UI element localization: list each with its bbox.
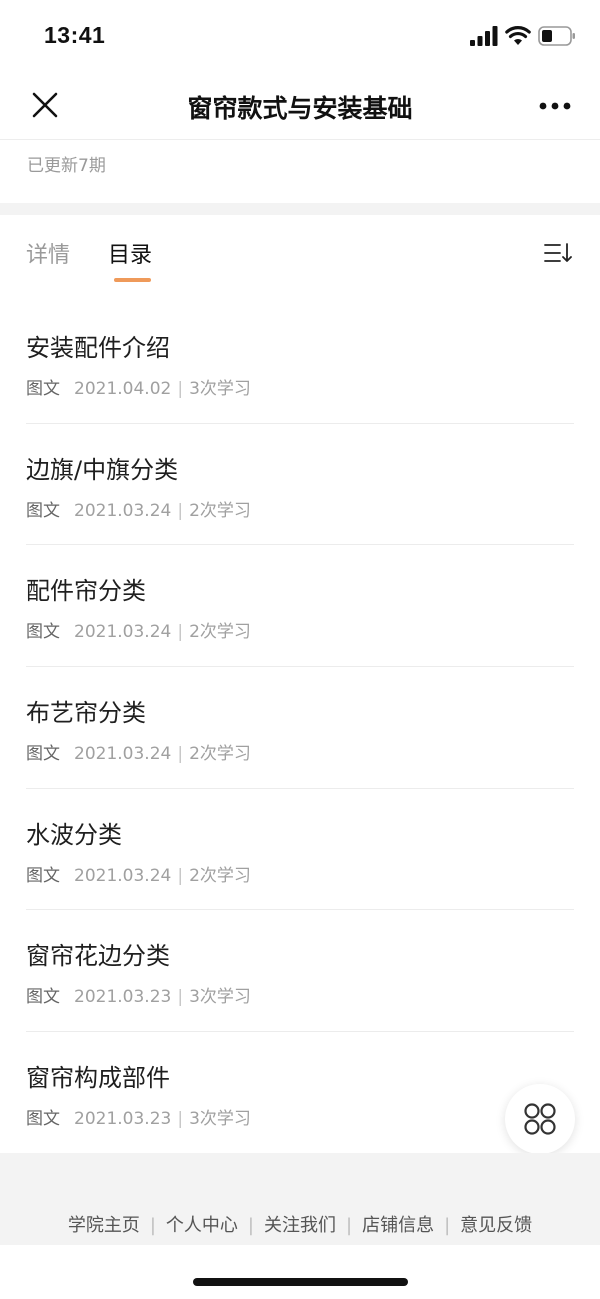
footer-link-profile[interactable]: 个人中心 <box>156 1215 248 1236</box>
battery-icon <box>538 26 575 46</box>
wifi-icon <box>505 26 531 45</box>
list-item[interactable]: 配件帘分类 图文 2021.03.24 | 2次学习 <box>26 545 574 668</box>
home-indicator-area <box>0 1245 600 1299</box>
section-divider <box>0 203 600 215</box>
list-item[interactable]: 安装配件介绍 图文 2021.04.02 | 3次学习 <box>26 302 574 424</box>
footer-link-home[interactable]: 学院主页 <box>58 1215 150 1236</box>
item-title: 边旗/中旗分类 <box>26 455 179 484</box>
item-type: 图文 <box>26 865 60 886</box>
tab-bar: 详情 目录 <box>0 215 600 285</box>
status-bar: 13:41 <box>0 0 600 72</box>
item-type: 图文 <box>26 1109 60 1130</box>
item-type: 图文 <box>26 744 60 765</box>
list-item[interactable]: 布艺帘分类 图文 2021.03.24 | 2次学习 <box>26 667 574 789</box>
item-title: 布艺帘分类 <box>26 699 146 728</box>
active-tab-indicator <box>114 278 151 282</box>
item-meta: 图文 2021.04.02 | 3次学习 <box>26 374 251 399</box>
meta-separator: | <box>177 744 184 765</box>
meta-separator: | <box>177 865 184 886</box>
meta-separator: | <box>177 500 184 521</box>
item-title: 窗帘花边分类 <box>26 942 170 971</box>
item-meta: 图文 2021.03.23 | 3次学习 <box>26 1104 251 1129</box>
meta-separator: | <box>177 379 184 399</box>
item-title: 安装配件介绍 <box>26 334 170 362</box>
item-date: 2021.03.23 <box>74 987 172 1008</box>
meta-separator: | <box>177 622 184 643</box>
tab-catalog[interactable]: 目录 <box>108 237 152 269</box>
footer-separator: | <box>149 1215 156 1236</box>
list-item[interactable]: 边旗/中旗分类 图文 2021.03.24 | 2次学习 <box>26 424 574 546</box>
item-date: 2021.04.02 <box>74 379 172 399</box>
item-type: 图文 <box>26 622 60 643</box>
apps-icon <box>524 1103 556 1135</box>
item-views: 2次学习 <box>189 865 251 886</box>
footer-link-follow[interactable]: 关注我们 <box>254 1215 346 1236</box>
catalog-list: 安装配件介绍 图文 2021.04.02 | 3次学习 边旗/中旗分类 图文 2021.… <box>0 302 600 1154</box>
page: 13:41 窗帘款式与安装基础 已更新7期 详情 目录 安装配件介绍 图文 20… <box>0 0 600 1299</box>
item-title: 窗帘构成部件 <box>26 1064 170 1093</box>
item-views: 2次学习 <box>189 500 251 521</box>
status-time: 13:41 <box>44 22 106 48</box>
footer-link-feedback[interactable]: 意见反馈 <box>450 1215 542 1236</box>
update-count-text: 已更新7期 <box>27 156 106 176</box>
item-date: 2021.03.23 <box>74 1109 172 1130</box>
page-title: 窗帘款式与安装基础 <box>187 94 413 123</box>
item-views: 3次学习 <box>189 987 251 1008</box>
item-date: 2021.03.24 <box>74 622 172 643</box>
footer-links: 学院主页 | 个人中心 | 关注我们 | 店铺信息 | 意见反馈 <box>0 1211 600 1237</box>
signal-icon <box>470 26 498 46</box>
item-meta: 图文 2021.03.24 | 2次学习 <box>26 739 251 764</box>
item-views: 2次学习 <box>189 622 251 643</box>
sort-icon[interactable] <box>544 242 574 264</box>
list-item[interactable]: 窗帘花边分类 图文 2021.03.23 | 3次学习 <box>26 910 574 1033</box>
list-item[interactable]: 水波分类 图文 2021.03.24 | 2次学习 <box>26 789 574 911</box>
more-icon[interactable] <box>539 102 571 110</box>
item-date: 2021.03.24 <box>74 744 172 765</box>
nav-bar: 窗帘款式与安装基础 <box>0 72 600 140</box>
item-title: 水波分类 <box>26 820 122 849</box>
meta-separator: | <box>177 1109 184 1130</box>
floating-menu-button[interactable] <box>505 1084 575 1154</box>
list-item[interactable]: 窗帘构成部件 图文 2021.03.23 | 3次学习 <box>26 1032 574 1154</box>
home-indicator[interactable] <box>193 1278 408 1286</box>
item-views: 2次学习 <box>189 744 251 765</box>
item-meta: 图文 2021.03.23 | 3次学习 <box>26 982 251 1007</box>
item-meta: 图文 2021.03.24 | 2次学习 <box>26 861 251 886</box>
item-title: 配件帘分类 <box>26 577 146 606</box>
close-icon[interactable] <box>32 92 58 118</box>
item-type: 图文 <box>26 500 60 521</box>
item-meta: 图文 2021.03.24 | 2次学习 <box>26 496 251 521</box>
tab-detail[interactable]: 详情 <box>26 237 70 269</box>
item-date: 2021.03.24 <box>74 500 172 521</box>
footer-link-store[interactable]: 店铺信息 <box>352 1215 444 1236</box>
item-type: 图文 <box>26 379 60 399</box>
item-views: 3次学习 <box>189 1109 251 1130</box>
item-type: 图文 <box>26 987 60 1008</box>
item-views: 3次学习 <box>189 379 251 399</box>
item-meta: 图文 2021.03.24 | 2次学习 <box>26 617 251 642</box>
item-date: 2021.03.24 <box>74 865 172 886</box>
meta-separator: | <box>177 987 184 1008</box>
footer: 学院主页 | 个人中心 | 关注我们 | 店铺信息 | 意见反馈 <box>0 1153 600 1245</box>
